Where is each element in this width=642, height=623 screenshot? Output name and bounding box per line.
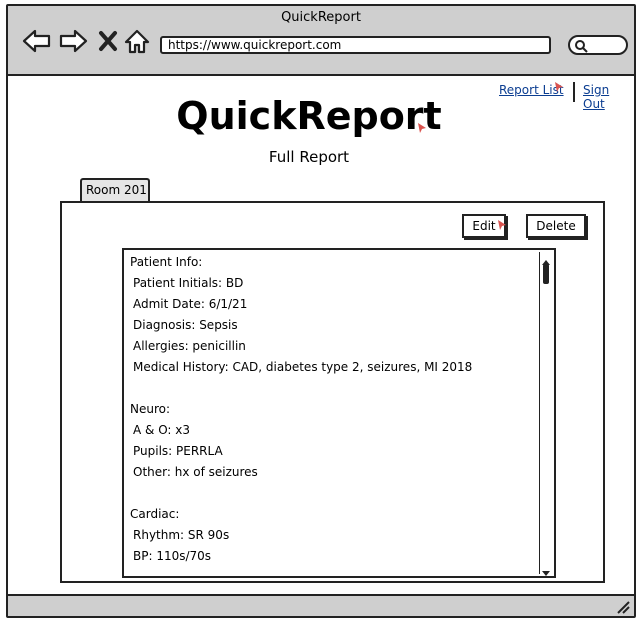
search-icon [575,40,588,53]
report-line: Medical History: CAD, diabetes type 2, s… [133,360,473,374]
report-line: Patient Info: [130,255,203,269]
report-line: Diagnosis: Sepsis [133,318,238,332]
report-line: Admit Date: 6/1/21 [133,297,248,311]
app-title: QuickReport [176,94,442,138]
cursor-marker-icon [498,220,506,230]
report-line: Allergies: penicillin [133,339,246,353]
page-subtitle: Full Report [268,148,350,166]
report-scrollbar[interactable] [539,252,552,576]
browser-titlebar: QuickReport https://www.quickreport.com [8,6,634,76]
report-line [130,483,530,504]
cursor-marker-icon [555,82,563,92]
report-line: Pupils: PERRLA [133,444,223,458]
scroll-down-arrow-icon[interactable] [540,564,552,576]
resize-grip-icon[interactable] [616,600,630,614]
home-icon[interactable] [122,26,152,56]
report-line: Neuro: [130,402,171,416]
report-line [130,378,530,399]
report-text-area[interactable]: Patient Info: Patient Initials: BD Admit D… [122,248,556,578]
report-panel: Edit Delete Patient Info: Patient Initial… [60,201,605,583]
scroll-thumb[interactable] [543,264,549,284]
scroll-up-arrow-icon[interactable] [540,252,552,265]
report-line: Rhythm: SR 90s [133,528,230,542]
report-line: Patient Initials: BD [133,276,244,290]
browser-window: QuickReport https://www.quickreport.com … [6,4,636,618]
browser-search-input[interactable] [568,35,628,55]
tab-room-201[interactable]: Room 201 [80,178,150,202]
forward-arrow-icon[interactable] [58,26,88,56]
report-line: A & O: x3 [133,423,191,437]
report-line: Other: hx of seizures [133,465,258,479]
report-line: BP: 110s/70s [133,549,212,563]
back-arrow-icon[interactable] [22,26,52,56]
browser-statusbar [8,594,634,616]
report-line: Cardiac: [130,507,180,521]
address-bar[interactable]: https://www.quickreport.com [160,36,551,54]
report-content: Patient Info: Patient Initials: BD Admit D… [130,252,530,567]
window-title: QuickReport [281,10,361,25]
delete-button[interactable]: Delete [526,214,586,238]
cursor-marker-icon [418,123,426,133]
